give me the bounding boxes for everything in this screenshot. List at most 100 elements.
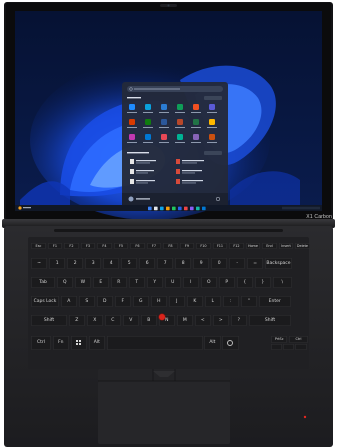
key-insert[interactable]: Insert (278, 243, 294, 249)
key-m[interactable]: M (176, 315, 193, 326)
key-alt-right[interactable]: Alt (204, 336, 221, 350)
key-ctrl-right[interactable]: Ctrl (289, 336, 308, 343)
taskbar-app-icon[interactable] (196, 206, 200, 211)
key-t[interactable]: T (128, 277, 145, 288)
key-end[interactable]: End (262, 243, 277, 249)
key-space[interactable] (106, 336, 203, 350)
pinned-app-icon[interactable] (129, 119, 135, 125)
key-o[interactable]: O (200, 277, 217, 288)
taskbar-app-icon[interactable] (178, 206, 182, 211)
taskbar-app-icon[interactable] (190, 206, 194, 211)
pinned-app-icon[interactable] (161, 134, 167, 140)
pinned-app-icon[interactable] (177, 104, 183, 110)
key-6[interactable]: 6 (139, 258, 156, 269)
key-shift[interactable]: Shift (31, 315, 67, 326)
key--[interactable]: \ (272, 277, 292, 288)
key-prtsc[interactable]: PrtSc (271, 336, 288, 343)
key-fn[interactable]: Fn (52, 336, 69, 350)
pinned-app-icon[interactable] (193, 134, 199, 140)
key-right[interactable] (295, 344, 307, 350)
pinned-app-icon[interactable] (129, 104, 135, 110)
key--[interactable]: { (236, 277, 253, 288)
key-enter[interactable]: Enter (258, 296, 291, 307)
key-down[interactable] (283, 344, 294, 350)
touchpad[interactable] (98, 381, 230, 444)
key-f6[interactable]: F6 (130, 243, 145, 249)
key-f9[interactable]: F9 (179, 243, 195, 249)
key-f4[interactable]: F4 (97, 243, 112, 249)
pinned-app-icon[interactable] (193, 104, 199, 110)
key-q[interactable]: Q (56, 277, 73, 288)
taskbar-app-icon[interactable] (184, 206, 188, 211)
pinned-app-icon[interactable] (145, 104, 151, 110)
pinned-app-icon[interactable] (177, 134, 183, 140)
key--[interactable]: ~ (31, 258, 48, 269)
key-shift[interactable]: Shift (248, 315, 292, 326)
weather-icon[interactable] (18, 206, 22, 210)
pinned-app-icon[interactable] (145, 134, 151, 140)
pinned-app-icon[interactable] (209, 119, 215, 125)
key-b[interactable]: B (140, 315, 157, 326)
pinned-app-icon[interactable] (129, 134, 135, 140)
key--[interactable]: ? (230, 315, 247, 326)
system-tray[interactable] (282, 206, 320, 210)
key-u[interactable]: U (164, 277, 181, 288)
key-7[interactable]: 7 (157, 258, 174, 269)
key-1[interactable]: 1 (49, 258, 66, 269)
taskbar-app-icon[interactable] (172, 206, 176, 211)
key-v[interactable]: V (122, 315, 139, 326)
key--[interactable]: : (222, 296, 239, 307)
key--[interactable]: > (212, 315, 229, 326)
all-apps-button[interactable] (204, 96, 222, 100)
key-f12[interactable]: F12 (229, 243, 244, 249)
pinned-app-icon[interactable] (177, 119, 183, 125)
key-alt[interactable]: Alt (88, 336, 105, 350)
key-caps-lock[interactable]: Caps Lock (31, 296, 59, 307)
pinned-app-icon[interactable] (209, 104, 215, 110)
key--[interactable]: } (254, 277, 271, 288)
key-delete[interactable]: Delete (295, 243, 310, 249)
key-backspace[interactable]: Backspace (265, 258, 292, 269)
key-l[interactable]: L (204, 296, 221, 307)
pinned-app-icon[interactable] (161, 104, 167, 110)
trackpoint-icon[interactable] (159, 314, 165, 320)
key-f1[interactable]: F1 (47, 243, 63, 249)
key-ctrl[interactable]: Ctrl (31, 336, 51, 350)
key-w[interactable]: W (74, 277, 91, 288)
key-2[interactable]: 2 (67, 258, 84, 269)
key-left[interactable] (271, 344, 282, 350)
key-z[interactable]: Z (68, 315, 85, 326)
key-f11[interactable]: F11 (212, 243, 228, 249)
key--[interactable]: - (229, 258, 246, 269)
key-f[interactable]: F (114, 296, 131, 307)
taskbar-app-icon[interactable] (202, 206, 206, 211)
taskbar-app-icon[interactable] (148, 206, 152, 211)
taskbar-app-icon[interactable] (160, 206, 164, 211)
key-d[interactable]: D (96, 296, 113, 307)
pinned-app-icon[interactable] (193, 119, 199, 125)
key-e[interactable]: E (92, 277, 109, 288)
key-fingerprint[interactable] (222, 336, 239, 350)
key-5[interactable]: 5 (121, 258, 138, 269)
key-y[interactable]: Y (146, 277, 163, 288)
pinned-app-icon[interactable] (209, 134, 215, 140)
key-s[interactable]: S (78, 296, 95, 307)
key-r[interactable]: R (110, 277, 127, 288)
key-f7[interactable]: F7 (146, 243, 162, 249)
key-f5[interactable]: F5 (113, 243, 129, 249)
key-j[interactable]: J (168, 296, 185, 307)
key-3[interactable]: 3 (85, 258, 102, 269)
key-9[interactable]: 9 (193, 258, 210, 269)
key-esc[interactable]: Esc (31, 243, 46, 249)
key--[interactable]: < (194, 315, 211, 326)
key-c[interactable]: C (104, 315, 121, 326)
key-f8[interactable]: F8 (163, 243, 178, 249)
key-p[interactable]: P (218, 277, 235, 288)
key-windows[interactable] (70, 336, 87, 350)
key-g[interactable]: G (132, 296, 149, 307)
key-h[interactable]: H (150, 296, 167, 307)
key-home[interactable]: Home (245, 243, 261, 249)
key-4[interactable]: 4 (103, 258, 120, 269)
key-f2[interactable]: F2 (64, 243, 79, 249)
key--[interactable]: " (240, 296, 257, 307)
